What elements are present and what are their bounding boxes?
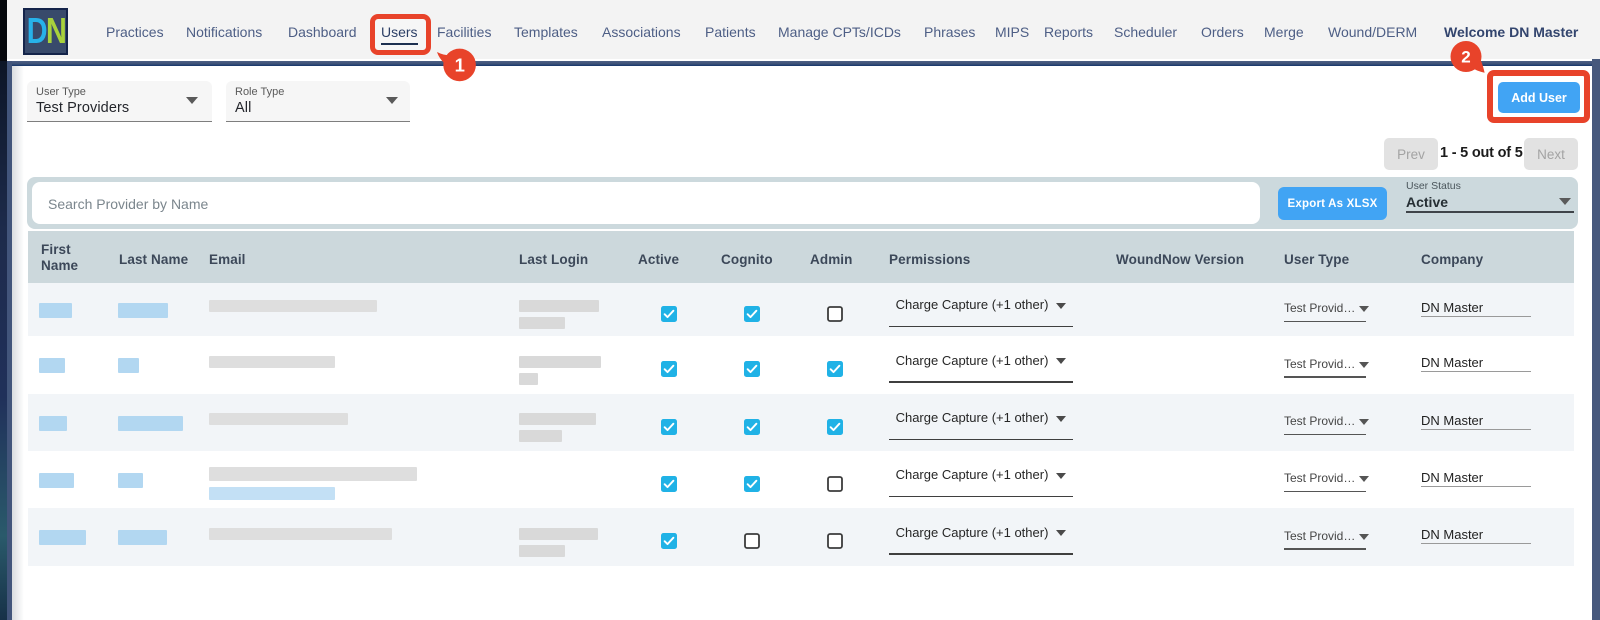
svg-text:1: 1 bbox=[455, 55, 465, 76]
svg-text:2: 2 bbox=[1461, 48, 1470, 67]
